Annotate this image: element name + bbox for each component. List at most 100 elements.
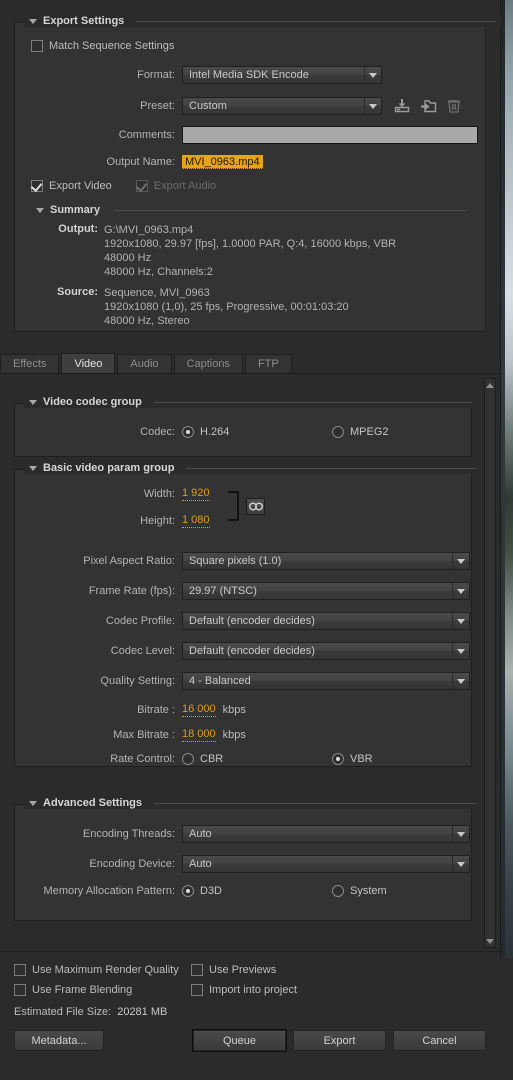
codec-profile-select[interactable]: Default (encoder decides) <box>182 612 470 630</box>
tab-audio[interactable]: Audio <box>117 354 172 373</box>
export-video-checkbox[interactable]: Export Video <box>31 180 112 192</box>
rate-control-radio-cbr[interactable]: CBR <box>182 753 332 765</box>
rate-control-option-label: VBR <box>350 753 373 765</box>
export-settings-header[interactable]: Export Settings <box>24 15 502 27</box>
comments-input[interactable] <box>182 126 478 144</box>
pixel-aspect-ratio-select[interactable]: Square pixels (1.0) <box>182 552 470 570</box>
chevron-down-icon[interactable] <box>452 643 469 659</box>
settings-tabs: Effects Video Audio Captions FTP <box>0 353 500 374</box>
codec-level-value: Default (encoder decides) <box>189 645 315 657</box>
chevron-down-icon[interactable] <box>452 826 469 842</box>
encoding-device-select[interactable]: Auto <box>182 855 470 873</box>
codec-radio-mpeg2[interactable]: MPEG2 <box>332 426 389 438</box>
summary-output-line: 48000 Hz <box>104 252 152 264</box>
use-frame-blending-checkbox[interactable]: Use Frame Blending <box>14 984 191 996</box>
summary-output-line: 1920x1080, 29.97 [fps], 1.0000 PAR, Q:4,… <box>104 238 397 250</box>
estimated-file-size-label: Estimated File Size: <box>14 1006 112 1018</box>
codec-profile-label: Codec Profile: <box>105 615 175 627</box>
max-bitrate-label: Max Bitrate : <box>113 729 175 741</box>
tab-ftp[interactable]: FTP <box>244 354 292 373</box>
disclosure-triangle-icon[interactable] <box>36 207 44 213</box>
video-codec-group-title: Video codec group <box>43 396 142 408</box>
preset-value: Custom <box>189 100 227 112</box>
save-preset-icon[interactable] <box>392 96 412 116</box>
import-preset-icon[interactable] <box>418 96 438 116</box>
export-button[interactable]: Export <box>293 1030 386 1051</box>
bitrate-value-scrubber[interactable]: 16 000 <box>182 703 216 717</box>
chevron-down-icon[interactable] <box>364 67 381 83</box>
codec-label: Codec: <box>140 426 175 438</box>
basic-video-param-group-header[interactable]: Basic video param group <box>24 462 482 474</box>
checkbox-box <box>14 984 26 996</box>
summary-header[interactable]: Summary <box>36 204 466 216</box>
chevron-down-icon[interactable] <box>452 583 469 599</box>
delete-preset-icon[interactable] <box>444 96 464 116</box>
memory-allocation-pattern-label: Memory Allocation Pattern: <box>43 885 175 897</box>
disclosure-triangle-icon[interactable] <box>29 800 37 806</box>
metadata-button[interactable]: Metadata... <box>14 1030 104 1051</box>
rate-control-radio-vbr[interactable]: VBR <box>332 753 373 765</box>
tab-label: Audio <box>130 358 159 370</box>
export-settings-title: Export Settings <box>43 15 125 27</box>
radio-dot <box>182 885 194 897</box>
advanced-settings-header[interactable]: Advanced Settings <box>24 797 482 809</box>
max-bitrate-value-scrubber[interactable]: 18 000 <box>182 728 216 742</box>
scroll-up-button[interactable] <box>485 379 495 391</box>
tab-effects[interactable]: Effects <box>0 354 60 373</box>
chevron-down-icon[interactable] <box>364 98 381 114</box>
queue-button[interactable]: Queue <box>193 1030 286 1051</box>
output-name-link[interactable]: MVI_0963.mp4 <box>182 155 263 169</box>
preset-select[interactable]: Custom <box>182 97 382 115</box>
bitrate-unit: kbps <box>222 704 246 716</box>
chevron-down-icon[interactable] <box>452 613 469 629</box>
summary-source-line: Sequence, MVI_0963 <box>104 287 210 299</box>
chevron-down-icon[interactable] <box>452 553 469 569</box>
height-label: Height: <box>140 515 175 527</box>
match-sequence-settings-checkbox[interactable]: Match Sequence Settings <box>31 40 174 52</box>
frame-rate-select[interactable]: 29.97 (NTSC) <box>182 582 470 600</box>
checkbox-box <box>191 984 203 996</box>
format-select[interactable]: Intel Media SDK Encode <box>182 66 382 84</box>
tab-captions[interactable]: Captions <box>173 354 243 373</box>
quality-setting-select[interactable]: 4 - Balanced <box>182 672 470 690</box>
disclosure-triangle-icon[interactable] <box>29 465 37 471</box>
tab-video[interactable]: Video <box>61 353 116 373</box>
chevron-down-icon[interactable] <box>452 673 469 689</box>
summary-source-row: Source: Sequence, MVI_0963 1920x1080 (1,… <box>36 286 466 328</box>
export-audio-checkbox: Export Audio <box>135 180 216 192</box>
codec-profile-value: Default (encoder decides) <box>189 615 315 627</box>
summary-source-line: 48000 Hz, Stereo <box>104 315 190 327</box>
video-codec-group-header[interactable]: Video codec group <box>24 396 477 408</box>
vertical-scrollbar[interactable] <box>484 378 496 948</box>
disclosure-triangle-icon[interactable] <box>29 18 37 24</box>
advanced-settings-title: Advanced Settings <box>43 797 143 809</box>
scroll-down-button[interactable] <box>485 935 495 947</box>
match-sequence-settings-label: Match Sequence Settings <box>49 40 175 52</box>
summary-output-key: Output: <box>58 223 98 235</box>
height-value-scrubber[interactable]: 1 080 <box>182 514 210 528</box>
use-previews-checkbox[interactable]: Use Previews <box>191 964 276 976</box>
quality-setting-label: Quality Setting: <box>100 675 175 687</box>
video-settings-scroll-area: Video codec group Codec: H.264 MPEG2 Bas… <box>0 374 500 952</box>
output-name-label: Output Name: <box>106 156 175 168</box>
import-into-project-checkbox[interactable]: Import into project <box>191 984 297 996</box>
summary-output-line: 48000 Hz, Channels:2 <box>104 266 213 278</box>
chain-link-icon[interactable] <box>246 498 265 515</box>
codec-level-select[interactable]: Default (encoder decides) <box>182 642 470 660</box>
cancel-button[interactable]: Cancel <box>393 1030 486 1051</box>
memory-allocation-radio-d3d[interactable]: D3D <box>182 885 332 897</box>
encoding-threads-select[interactable]: Auto <box>182 825 470 843</box>
export-settings-group: Export Settings Match Sequence Settings … <box>14 15 502 332</box>
disclosure-triangle-icon[interactable] <box>29 399 37 405</box>
rate-control-label: Rate Control: <box>110 753 175 765</box>
memory-allocation-radio-system[interactable]: System <box>332 885 387 897</box>
codec-radio-h264[interactable]: H.264 <box>182 426 332 438</box>
summary-source-key: Source: <box>57 286 98 298</box>
format-label: Format: <box>137 69 175 81</box>
width-value-scrubber[interactable]: 1 920 <box>182 487 210 501</box>
use-maximum-render-quality-checkbox[interactable]: Use Maximum Render Quality <box>14 964 191 976</box>
summary-section: Summary Output: G:\MVI_0963.mp4 1920x108… <box>36 204 466 328</box>
basic-video-param-group: Basic video param group Width: 1 920 Hei… <box>14 462 482 767</box>
chevron-down-icon[interactable] <box>452 856 469 872</box>
radio-dot <box>332 753 344 765</box>
